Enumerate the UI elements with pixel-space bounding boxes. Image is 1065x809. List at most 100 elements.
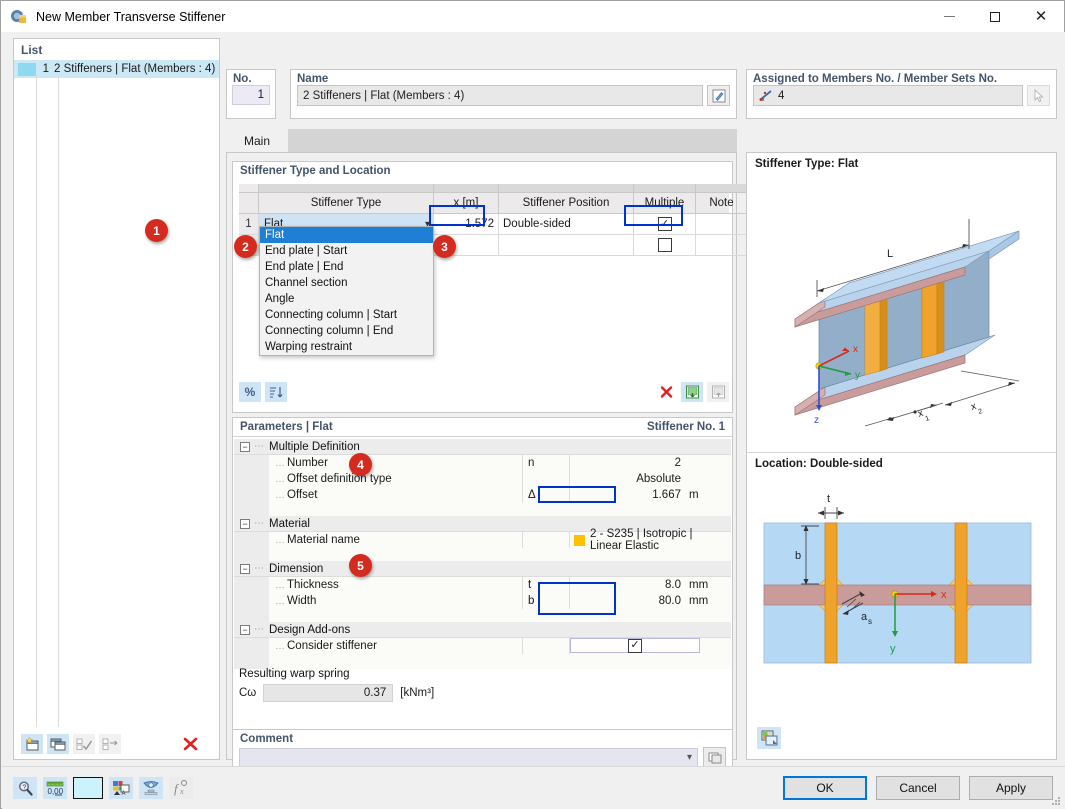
collapse-icon[interactable]: −: [240, 624, 250, 635]
ok-button[interactable]: OK: [783, 776, 867, 800]
x-position-cell[interactable]: 1.572: [434, 214, 499, 235]
visibility-button[interactable]: [139, 777, 163, 799]
parameter-symbol: [523, 532, 570, 548]
material-value-cell[interactable]: 2 - S235 | Isotropic | Linear Elastic: [570, 528, 730, 552]
dropdown-item-connecting-column-end[interactable]: Connecting column | End: [260, 323, 433, 339]
title-bar: New Member Transverse Stiffener ✕: [1, 1, 1064, 32]
collapse-icon[interactable]: −: [240, 441, 250, 452]
help-search-button[interactable]: ?: [13, 777, 37, 799]
multiple-checkbox[interactable]: ✓: [657, 217, 672, 231]
parameter-row[interactable]: Number n 2: [234, 455, 731, 471]
parameter-value[interactable]: 80.0: [570, 593, 685, 609]
dialog-body: List 1 2 Stiffeners | Flat (Members : 4): [2, 32, 1065, 777]
cancel-button[interactable]: Cancel: [876, 776, 960, 800]
invert-selection-button[interactable]: [99, 734, 121, 754]
chevron-down-icon[interactable]: ▾: [687, 752, 692, 763]
resize-grip[interactable]: [1051, 796, 1061, 806]
stiffener-position-cell[interactable]: Double-sided: [499, 214, 634, 235]
column-header-note[interactable]: Note: [696, 193, 748, 214]
parameters-header: Parameters | Flat Stiffener No. 1: [233, 418, 732, 437]
parameter-value[interactable]: 1.667: [570, 487, 685, 503]
parameters-section-dimension[interactable]: − ⋯ Dimension: [234, 561, 731, 577]
list-item[interactable]: 1 2 Stiffeners | Flat (Members : 4): [14, 60, 219, 78]
consider-stiffener-checkbox[interactable]: ✓: [628, 638, 642, 653]
delete-row-button[interactable]: [655, 382, 677, 402]
dropdown-item-flat[interactable]: Flat: [260, 227, 433, 243]
select-all-button[interactable]: [73, 734, 95, 754]
name-edit-button[interactable]: [707, 85, 730, 106]
badge-5: 5: [349, 554, 372, 577]
list-header: List: [21, 43, 43, 57]
sort-button[interactable]: [265, 382, 287, 402]
parameters-section-design-addons[interactable]: − ⋯ Design Add-ons: [234, 622, 731, 638]
maximize-button[interactable]: [972, 1, 1018, 32]
parameter-unit: [685, 455, 730, 471]
assigned-pick-button[interactable]: [1027, 85, 1050, 106]
column-header-position[interactable]: Stiffener Position: [499, 193, 634, 214]
multiple-checkbox-cell[interactable]: ✓: [634, 214, 696, 235]
delete-item-button[interactable]: [179, 734, 201, 754]
stiffener-type-dropdown[interactable]: Flat End plate | Start End plate | End C…: [259, 226, 434, 356]
assigned-input[interactable]: x 4: [753, 85, 1023, 106]
warp-spring-unit: [kNm³]: [400, 687, 435, 699]
svg-text:A: A: [122, 791, 126, 796]
parameter-value[interactable]: 2: [570, 455, 685, 471]
collapse-icon[interactable]: −: [240, 518, 250, 529]
parameters-section-multiple-definition[interactable]: − ⋯ Multiple Definition: [234, 439, 731, 455]
collapse-icon[interactable]: −: [240, 563, 250, 574]
parameter-row[interactable]: Offset Δ 1.667 m: [234, 487, 731, 503]
name-input[interactable]: 2 Stiffeners | Flat (Members : 4): [297, 85, 703, 106]
list-rows: 1 2 Stiffeners | Flat (Members : 4): [14, 60, 219, 78]
apply-button[interactable]: Apply: [969, 776, 1053, 800]
dropdown-item-end-plate-end[interactable]: End plate | End: [260, 259, 433, 275]
dropdown-item-warping-restraint[interactable]: Warping restraint: [260, 339, 433, 355]
parameter-row[interactable]: Consider stiffener ✓: [234, 638, 731, 654]
window-title: New Member Transverse Stiffener: [36, 9, 226, 24]
close-icon: ✕: [1034, 8, 1048, 25]
stiffener-position-cell[interactable]: [499, 235, 634, 256]
percent-button[interactable]: %: [239, 382, 261, 402]
color-swatch-button[interactable]: [73, 777, 103, 799]
window-controls: ✕: [926, 1, 1064, 32]
note-cell[interactable]: [696, 214, 748, 235]
display-properties-button[interactable]: A: [109, 777, 133, 799]
copy-item-button[interactable]: [47, 734, 69, 754]
parameter-unit: m: [689, 489, 699, 501]
multiple-checkbox[interactable]: [657, 238, 672, 252]
column-header-multiple[interactable]: Multiple: [634, 193, 696, 214]
export-table-button[interactable]: [681, 382, 703, 402]
consider-stiffener-cell[interactable]: ✓: [570, 638, 700, 653]
comment-input[interactable]: ▾: [239, 747, 698, 768]
tab-main[interactable]: Main: [226, 129, 289, 152]
svg-text:x: x: [970, 401, 978, 413]
formula-button[interactable]: f x: [169, 777, 193, 799]
dropdown-item-angle[interactable]: Angle: [260, 291, 433, 307]
close-button[interactable]: ✕: [1018, 1, 1064, 32]
parameter-row[interactable]: Offset definition type Absolute: [234, 471, 731, 487]
render-image-button[interactable]: [757, 727, 781, 749]
column-header-x[interactable]: x [m]: [434, 193, 499, 214]
tree-dots: ⋯: [254, 441, 265, 452]
dropdown-item-connecting-column-start[interactable]: Connecting column | Start: [260, 307, 433, 323]
dropdown-item-channel-section[interactable]: Channel section: [260, 275, 433, 291]
minimize-button[interactable]: [926, 1, 972, 32]
import-table-button[interactable]: [707, 382, 729, 402]
number-input[interactable]: 1: [232, 85, 270, 105]
parameter-symbol: n: [523, 455, 570, 471]
parameter-value[interactable]: 8.0: [570, 577, 685, 593]
column-header-type[interactable]: Stiffener Type: [259, 193, 434, 214]
comment-library-button[interactable]: [703, 747, 726, 768]
parameter-value[interactable]: Absolute: [570, 471, 685, 487]
name-field-group: Name 2 Stiffeners | Flat (Members : 4): [290, 69, 737, 119]
multiple-checkbox-cell[interactable]: [634, 235, 696, 256]
dropdown-item-end-plate-start[interactable]: End plate | Start: [260, 243, 433, 259]
parameter-row[interactable]: Thickness t 8.0 mm: [234, 577, 731, 593]
new-item-button[interactable]: [21, 734, 43, 754]
note-cell[interactable]: [696, 235, 748, 256]
preview-top-title: Stiffener Type: Flat: [755, 158, 859, 170]
svg-text:y: y: [855, 370, 860, 381]
units-button[interactable]: 0,00: [43, 777, 67, 799]
parameter-row[interactable]: Material name 2 - S235 | Isotropic | Lin…: [234, 528, 731, 552]
assigned-label: Assigned to Members No. / Member Sets No…: [753, 73, 998, 85]
parameter-row[interactable]: Width b 80.0 mm: [234, 593, 731, 609]
